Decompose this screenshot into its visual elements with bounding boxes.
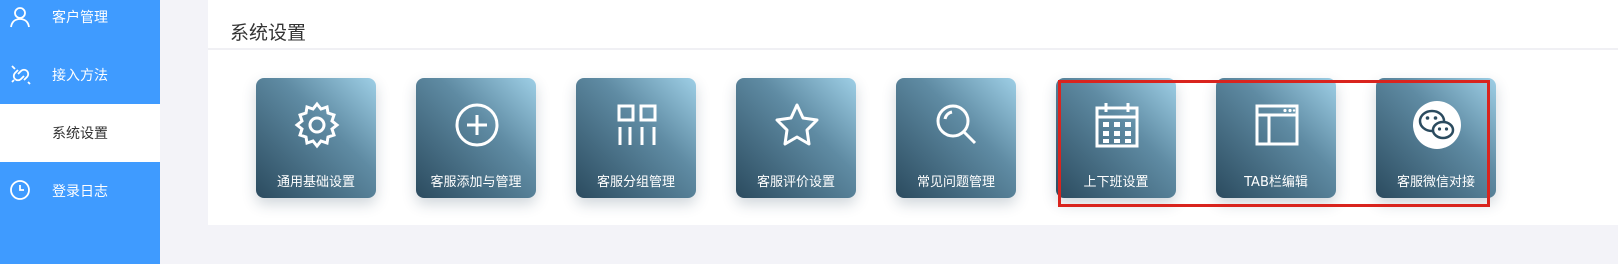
sidebar-item-label: 登录日志 <box>52 184 108 200</box>
page-title: 系统设置 <box>230 22 307 44</box>
gear-icon <box>294 101 340 149</box>
plus-circle-icon <box>455 103 499 147</box>
tile-label: 客服添加与管理 <box>430 175 522 190</box>
sidebar-item-system-settings[interactable]: 系统设置 <box>0 104 160 162</box>
tile-faq-management[interactable]: 常见问题管理 <box>896 78 1016 198</box>
sidebar-item-label: 系统设置 <box>52 126 108 142</box>
link-icon <box>11 65 31 85</box>
sidebar-item-label: 接入方法 <box>52 68 108 84</box>
search-icon <box>936 104 977 145</box>
sidebar-item-customer-management[interactable]: 客户管理 <box>0 0 160 46</box>
tile-rating-settings[interactable]: 客服评价设置 <box>736 78 856 198</box>
tile-agent-groups[interactable]: 客服分组管理 <box>576 78 696 198</box>
tile-general-settings[interactable]: 通用基础设置 <box>256 78 376 198</box>
sidebar-item-login-log[interactable]: 登录日志 <box>0 162 160 220</box>
tile-label: 客服分组管理 <box>596 175 675 190</box>
sidebar-item-label: 客户管理 <box>52 10 108 26</box>
panel-header: 系统设置 <box>208 0 1618 50</box>
tile-label: 常见问题管理 <box>916 175 995 190</box>
clock-icon <box>10 180 30 200</box>
sidebar: 客户管理 接入方法 系统设置 登录日志 <box>0 0 160 264</box>
grid-icon <box>617 104 657 145</box>
star-icon <box>775 103 819 146</box>
tile-label: 通用基础设置 <box>276 175 355 190</box>
user-icon <box>10 7 30 28</box>
tile-agent-management[interactable]: 客服添加与管理 <box>416 78 536 198</box>
sidebar-item-access-method[interactable]: 接入方法 <box>0 46 160 104</box>
tile-label: 客服评价设置 <box>756 175 835 190</box>
highlight-box <box>1058 80 1490 207</box>
